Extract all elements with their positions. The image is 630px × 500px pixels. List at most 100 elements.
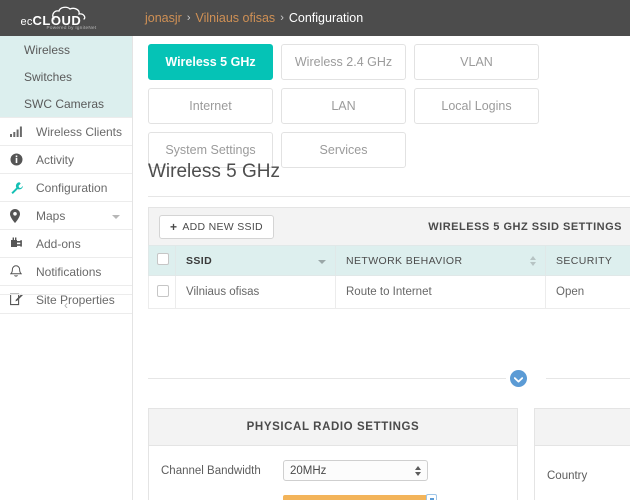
main-content: Wireless 5 GHz Wireless 2.4 GHz VLAN Int… [133, 36, 630, 500]
cell-ssid: Vilniaus ofisas [175, 275, 336, 309]
select-all-header[interactable] [148, 245, 176, 276]
field-channel-bandwidth: Channel Bandwidth 20MHz [161, 460, 505, 481]
field-band-steering: Band Steering [547, 492, 630, 500]
column-label: SSID [186, 254, 213, 267]
panel-title [535, 409, 630, 446]
sidebar-item-label: Add-ons [36, 236, 81, 251]
sidebar-item-wireless-clients[interactable]: Wireless Clients [0, 118, 132, 145]
map-pin-icon [10, 208, 30, 223]
logo-tagline: Powered by IgniteNet [46, 25, 97, 30]
tab-wireless-5ghz[interactable]: Wireless 5 GHz [148, 44, 273, 80]
sidebar-item-swc-cameras[interactable]: SWC Cameras [0, 90, 132, 117]
sidebar-item-notifications[interactable]: Notifications [0, 258, 132, 285]
tab-services[interactable]: Services [281, 132, 406, 168]
breadcrumb: jonasjr › Vilniaus ofisas › Configuratio… [145, 11, 363, 25]
signal-bars-icon [10, 125, 30, 139]
tab-label: LAN [331, 99, 356, 113]
tab-label: Wireless 5 GHz [165, 55, 256, 69]
slider-track [283, 495, 431, 500]
row-checkbox[interactable] [157, 284, 169, 297]
info-circle-icon [10, 153, 30, 167]
chevron-down-circle-icon [513, 370, 524, 388]
sidebar-item-label: Configuration [36, 180, 108, 195]
advanced-radio-settings-panel: Country Band Steering Max Client Count [534, 408, 630, 500]
tab-label: VLAN [460, 55, 493, 69]
ssid-table: SSID NETWORK BEHAVIOR SECURITY Vilniaus … [148, 245, 630, 309]
panel-body: Channel Bandwidth 20MHz Max Tx Power [149, 446, 517, 500]
column-label: NETWORK BEHAVIOR [346, 254, 463, 267]
panel-title: PHYSICAL RADIO SETTINGS [149, 409, 517, 446]
sidebar-item-add-ons[interactable]: Add-ons [0, 230, 132, 257]
breadcrumb-item-site[interactable]: Vilniaus ofisas [196, 11, 276, 25]
cell-network-behavior: Route to Internet [335, 275, 546, 309]
table-header-row: SSID NETWORK BEHAVIOR SECURITY [148, 245, 630, 276]
add-new-ssid-button[interactable]: + ADD NEW SSID [159, 214, 274, 239]
top-bar: ecCLOUD Powered by IgniteNet jonasjr › V… [0, 0, 630, 36]
app-logo[interactable]: ecCLOUD Powered by IgniteNet [0, 0, 133, 36]
bell-icon [10, 265, 30, 279]
column-header-ssid[interactable]: SSID [175, 245, 336, 276]
sort-toggle-icon [530, 255, 536, 266]
expander-rule-left [148, 378, 506, 379]
add-new-ssid-label: ADD NEW SSID [182, 220, 263, 233]
sidebar-item-label: Switches [24, 69, 73, 84]
tab-label: Local Logins [441, 99, 512, 113]
sidebar-item-label: Activity [36, 152, 75, 167]
slider-handle[interactable] [426, 494, 437, 500]
column-header-network-behavior[interactable]: NETWORK BEHAVIOR [335, 245, 546, 276]
app-root: ecCLOUD Powered by IgniteNet jonasjr › V… [0, 0, 630, 500]
column-header-security[interactable]: SECURITY [545, 245, 630, 276]
page-title: Wireless 5 GHz [148, 161, 280, 182]
plus-icon: + [170, 219, 178, 234]
logo-cloud-icon: ecCLOUD Powered by IgniteNet [20, 6, 113, 30]
ssid-card-title: WIRELESS 5 GHZ SSID SETTINGS [428, 220, 622, 233]
wrench-icon [10, 181, 30, 195]
tab-vlan[interactable]: VLAN [414, 44, 539, 80]
sidebar-item-switches[interactable]: Switches [0, 63, 132, 90]
logo-prefix: ec [20, 16, 33, 28]
table-row[interactable]: Vilniaus ofisas Route to Internet Open [148, 275, 630, 309]
breadcrumb-item-account[interactable]: jonasjr [145, 11, 182, 25]
sidebar-item-label: SWC Cameras [24, 96, 105, 111]
field-max-tx-power: Max Tx Power 28 dBm (631 mW) ? [161, 494, 505, 500]
sidebar-item-wireless[interactable]: Wireless [0, 36, 132, 63]
tab-label: Wireless 2.4 GHz [294, 55, 393, 69]
spinner-icon [415, 465, 421, 476]
sidebar-item-label: Notifications [36, 264, 102, 279]
section-expander [148, 369, 630, 389]
physical-radio-settings-panel: PHYSICAL RADIO SETTINGS Channel Bandwidt… [148, 408, 518, 500]
breadcrumb-item-current: Configuration [288, 11, 364, 25]
tab-wireless-24ghz[interactable]: Wireless 2.4 GHz [281, 44, 406, 80]
expand-section-button[interactable] [510, 370, 527, 387]
expander-rule-right [546, 378, 630, 379]
channel-bandwidth-select[interactable]: 20MHz [283, 460, 428, 481]
channel-bandwidth-value: 20MHz [290, 464, 327, 477]
ssid-settings-card: + ADD NEW SSID WIRELESS 5 GHZ SSID SETTI… [148, 207, 630, 309]
tab-label: Services [319, 143, 368, 157]
sidebar-item-maps[interactable]: Maps [0, 202, 132, 229]
max-tx-power-control: 28 dBm (631 mW) ? [283, 494, 437, 500]
chevron-down-icon[interactable] [112, 214, 120, 219]
sidebar-item-configuration[interactable]: Configuration [0, 174, 132, 201]
sidebar-item-label: Maps [36, 208, 66, 223]
tab-local-logins[interactable]: Local Logins [414, 88, 539, 124]
ssid-card-toolbar: + ADD NEW SSID WIRELESS 5 GHZ SSID SETTI… [148, 207, 630, 245]
tab-internet[interactable]: Internet [148, 88, 273, 124]
panel-body: Country Band Steering Max Client Count [535, 446, 630, 500]
sidebar-item-label: Wireless [24, 42, 71, 57]
tab-label: Internet [189, 99, 232, 113]
config-tab-bar: Wireless 5 GHz Wireless 2.4 GHz VLAN Int… [148, 44, 630, 168]
select-all-checkbox[interactable] [157, 253, 169, 265]
max-tx-power-slider[interactable] [283, 494, 437, 500]
field-country: Country [547, 460, 630, 492]
breadcrumb-separator: › [186, 12, 191, 24]
sidebar-item-activity[interactable]: Activity [0, 146, 132, 173]
sidebar: Wireless Switches SWC Cameras Wireless C… [0, 36, 133, 500]
row-select-cell[interactable] [148, 275, 176, 309]
sidebar-collapse-button[interactable]: ‹ [0, 294, 132, 314]
tab-label: System Settings [165, 143, 256, 157]
tab-lan[interactable]: LAN [281, 88, 406, 124]
title-divider [148, 196, 630, 197]
sidebar-active-group: Wireless Switches SWC Cameras [0, 36, 132, 117]
breadcrumb-separator: › [280, 12, 284, 24]
